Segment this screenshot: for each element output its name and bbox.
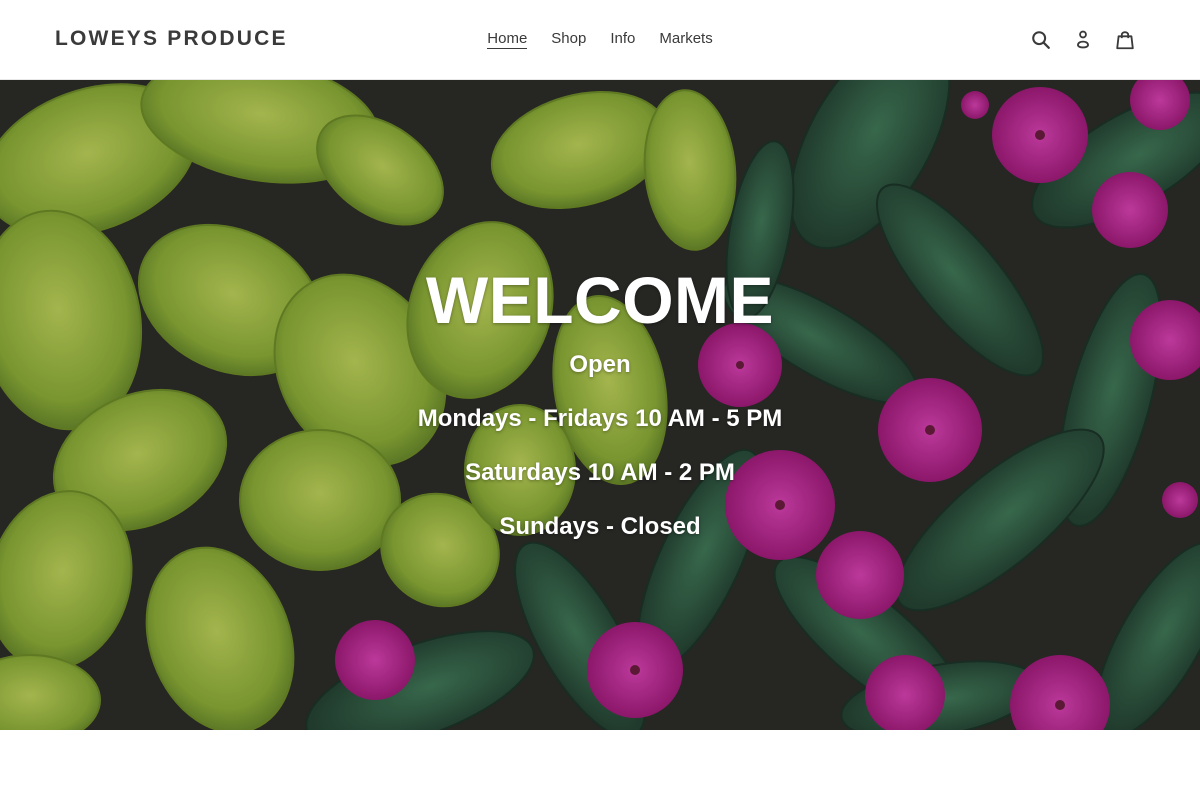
hours-weekdays: Mondays - Fridays 10 AM - 5 PM — [417, 405, 783, 432]
hero-content: WELCOME Open Mondays - Fridays 10 AM - 5… — [0, 260, 1200, 542]
nav-shop[interactable]: Shop — [551, 30, 586, 49]
hero-banner: WELCOME Open Mondays - Fridays 10 AM - 5… — [0, 80, 1200, 730]
site-header: LOWEYS PRODUCE Home Shop Info Markets — [0, 0, 1200, 80]
hours-heading: Open — [569, 351, 631, 378]
hero-title: WELCOME — [425, 263, 775, 337]
header-icons — [1030, 28, 1136, 52]
search-icon[interactable] — [1030, 28, 1052, 52]
hours-sunday: Sundays - Closed — [499, 513, 701, 540]
cart-icon[interactable] — [1114, 28, 1136, 52]
main-nav: Home Shop Info Markets — [0, 30, 1200, 49]
nav-markets[interactable]: Markets — [659, 30, 712, 49]
account-icon[interactable] — [1072, 28, 1094, 52]
hours-saturday: Saturdays 10 AM - 2 PM — [465, 459, 735, 486]
nav-info[interactable]: Info — [610, 30, 635, 49]
nav-home[interactable]: Home — [487, 30, 528, 49]
page-below-hero — [0, 730, 1200, 800]
